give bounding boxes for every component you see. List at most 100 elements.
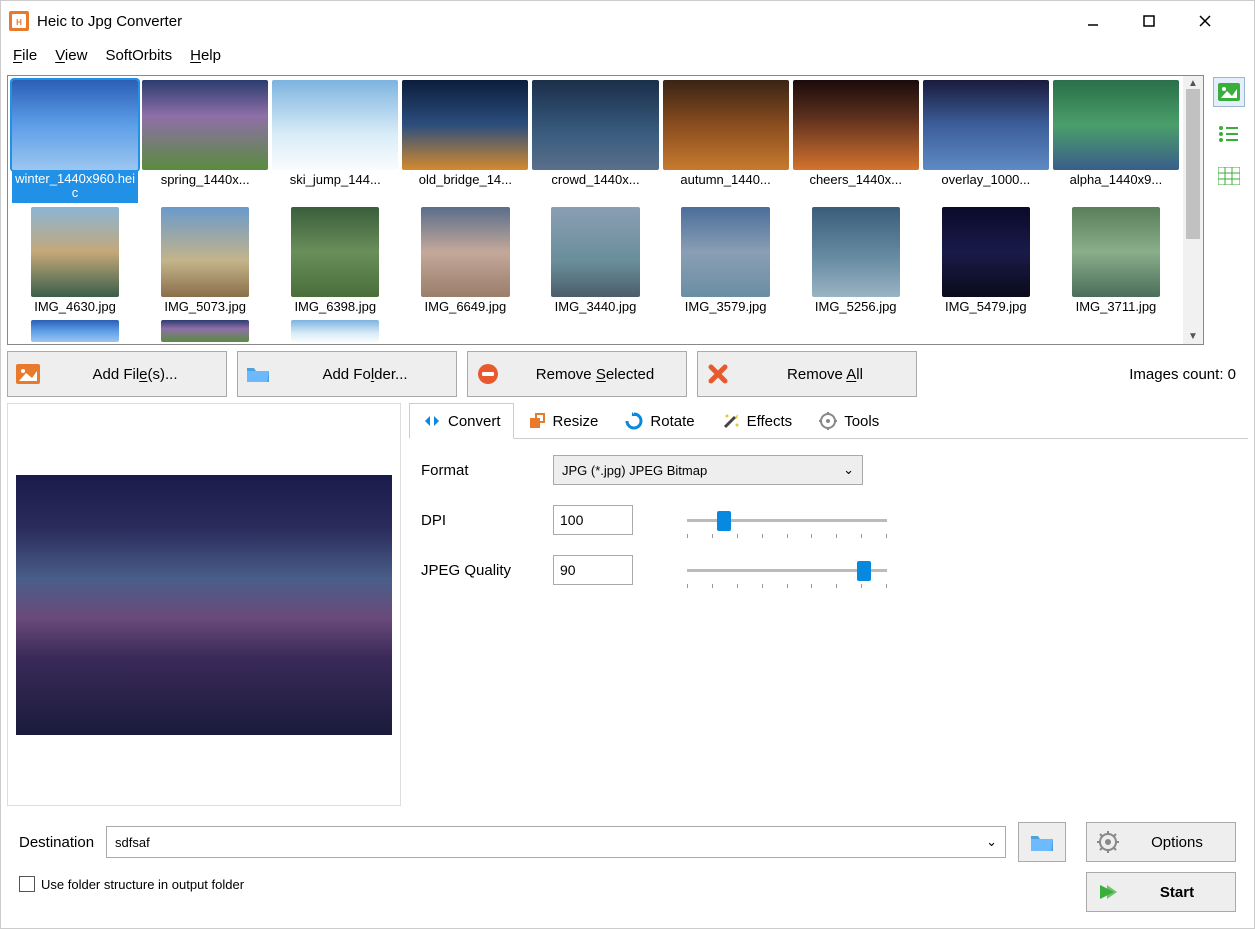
folder-icon: [246, 362, 270, 386]
gear-icon: [1097, 831, 1119, 853]
view-list-button[interactable]: [1213, 119, 1245, 149]
browse-button[interactable]: [1018, 822, 1066, 862]
image-icon: [16, 362, 40, 386]
tab-rotate[interactable]: Rotate: [611, 403, 707, 438]
thumbnail-label: IMG_5073.jpg: [142, 297, 268, 316]
thumbnail-label: IMG_3440.jpg: [532, 297, 658, 316]
thumbnail[interactable]: old_bridge_14...: [402, 80, 528, 203]
thumbnail[interactable]: autumn_1440...: [663, 80, 789, 203]
gallery-grid: winter_1440x960.heicspring_1440x...ski_j…: [12, 80, 1179, 342]
menu-softorbits[interactable]: SoftOrbits: [105, 47, 172, 64]
tab-effects-label: Effects: [747, 413, 793, 430]
dpi-label: DPI: [421, 512, 541, 529]
thumbnail-image: [161, 320, 249, 342]
thumbnail-image: [31, 320, 119, 342]
thumbnail-image: [532, 80, 658, 170]
thumbnail-label: IMG_5256.jpg: [793, 297, 919, 316]
quality-slider-handle[interactable]: [857, 561, 871, 581]
destination-label: Destination: [19, 834, 94, 851]
scroll-up-icon[interactable]: ▲: [1188, 78, 1198, 89]
remove-all-label: Remove All: [742, 366, 908, 383]
side-tool-column: [1210, 75, 1248, 345]
thumbnail[interactable]: overlay_1000...: [923, 80, 1049, 203]
thumbnail[interactable]: [142, 320, 268, 342]
menu-file[interactable]: File: [13, 47, 37, 64]
thumbnail[interactable]: winter_1440x960.heic: [12, 80, 138, 203]
thumbnail[interactable]: ski_jump_144...: [272, 80, 398, 203]
thumbnail-image: [291, 207, 379, 297]
thumbnail[interactable]: crowd_1440x...: [532, 80, 658, 203]
format-dropdown[interactable]: JPG (*.jpg) JPEG Bitmap ⌄: [553, 455, 863, 485]
scroll-thumb[interactable]: [1186, 89, 1200, 239]
browse-folder-icon: [1029, 831, 1055, 853]
menu-view[interactable]: View: [55, 47, 87, 64]
destination-row: Destination sdfsaf ⌄: [19, 822, 1066, 862]
thumbnail[interactable]: IMG_5479.jpg: [923, 207, 1049, 316]
add-files-button[interactable]: Add File(s)...: [7, 351, 227, 397]
app-window: H Heic to Jpg Converter File View SoftOr…: [0, 0, 1255, 929]
preview-panel: [7, 403, 401, 806]
thumbnail[interactable]: IMG_5073.jpg: [142, 207, 268, 316]
view-grid-button[interactable]: [1213, 161, 1245, 191]
thumbnail[interactable]: [12, 320, 138, 342]
quality-input[interactable]: [553, 555, 633, 585]
tab-resize[interactable]: Resize: [514, 403, 612, 438]
rotate-icon: [624, 411, 644, 431]
dpi-slider[interactable]: [687, 508, 887, 532]
dpi-slider-handle[interactable]: [717, 511, 731, 531]
thumbnail[interactable]: IMG_5256.jpg: [793, 207, 919, 316]
thumbnail[interactable]: IMG_6649.jpg: [402, 207, 528, 316]
remove-selected-button[interactable]: Remove Selected: [467, 351, 687, 397]
thumbnail[interactable]: alpha_1440x9...: [1053, 80, 1179, 203]
start-button[interactable]: Start: [1086, 872, 1236, 912]
quality-slider[interactable]: [687, 558, 887, 582]
tab-effects[interactable]: Effects: [708, 403, 806, 438]
thumbnail-label: spring_1440x...: [142, 170, 268, 189]
thumbnail[interactable]: cheers_1440x...: [793, 80, 919, 203]
thumbnail[interactable]: IMG_6398.jpg: [272, 207, 398, 316]
thumbnail[interactable]: IMG_3579.jpg: [663, 207, 789, 316]
maximize-button[interactable]: [1142, 14, 1178, 28]
gallery-scrollbar[interactable]: ▲ ▼: [1183, 76, 1203, 344]
folder-structure-checkbox[interactable]: [19, 876, 35, 892]
thumbnail-image: [31, 207, 119, 297]
view-thumbnails-button[interactable]: [1213, 77, 1245, 107]
chevron-down-icon: ⌄: [843, 462, 854, 478]
main-area: winter_1440x960.heicspring_1440x...ski_j…: [1, 69, 1254, 928]
thumbnail-image: [12, 80, 138, 170]
tab-convert-label: Convert: [448, 413, 501, 430]
thumbnail[interactable]: spring_1440x...: [142, 80, 268, 203]
tab-convert[interactable]: Convert: [409, 403, 514, 439]
thumbnail-label: overlay_1000...: [923, 170, 1049, 189]
menu-help[interactable]: Help: [190, 47, 221, 64]
dpi-input[interactable]: [553, 505, 633, 535]
window-controls: [1086, 14, 1246, 28]
minimize-button[interactable]: [1086, 14, 1122, 28]
options-button[interactable]: Options: [1086, 822, 1236, 862]
add-folder-button[interactable]: Add Folder...: [237, 351, 457, 397]
tab-tools[interactable]: Tools: [805, 403, 892, 438]
thumbnail[interactable]: [272, 320, 398, 342]
thumbnail[interactable]: IMG_3440.jpg: [532, 207, 658, 316]
thumbnail[interactable]: IMG_4630.jpg: [12, 207, 138, 316]
thumbnail-image: [272, 80, 398, 170]
scroll-down-icon[interactable]: ▼: [1188, 331, 1198, 342]
menu-bar: File View SoftOrbits Help: [1, 41, 1254, 69]
gallery-viewport: winter_1440x960.heicspring_1440x...ski_j…: [8, 76, 1183, 344]
scroll-track[interactable]: [1186, 89, 1200, 331]
quality-label: JPEG Quality: [421, 562, 541, 579]
remove-all-button[interactable]: Remove All: [697, 351, 917, 397]
close-button[interactable]: [1198, 14, 1234, 28]
thumbnail-image: [1072, 207, 1160, 297]
thumbnail-image: [161, 207, 249, 297]
format-value: JPG (*.jpg) JPEG Bitmap: [562, 463, 707, 478]
destination-input[interactable]: sdfsaf ⌄: [106, 826, 1006, 858]
tabs: Convert Resize Rotate Effects: [409, 403, 1248, 439]
thumbnail-image: [142, 80, 268, 170]
thumbnail-image: [402, 80, 528, 170]
tab-tools-label: Tools: [844, 413, 879, 430]
preview-image: [16, 475, 392, 735]
right-buttons: Options Start: [1086, 822, 1236, 912]
thumbnail[interactable]: IMG_3711.jpg: [1053, 207, 1179, 316]
gallery: winter_1440x960.heicspring_1440x...ski_j…: [7, 75, 1204, 345]
